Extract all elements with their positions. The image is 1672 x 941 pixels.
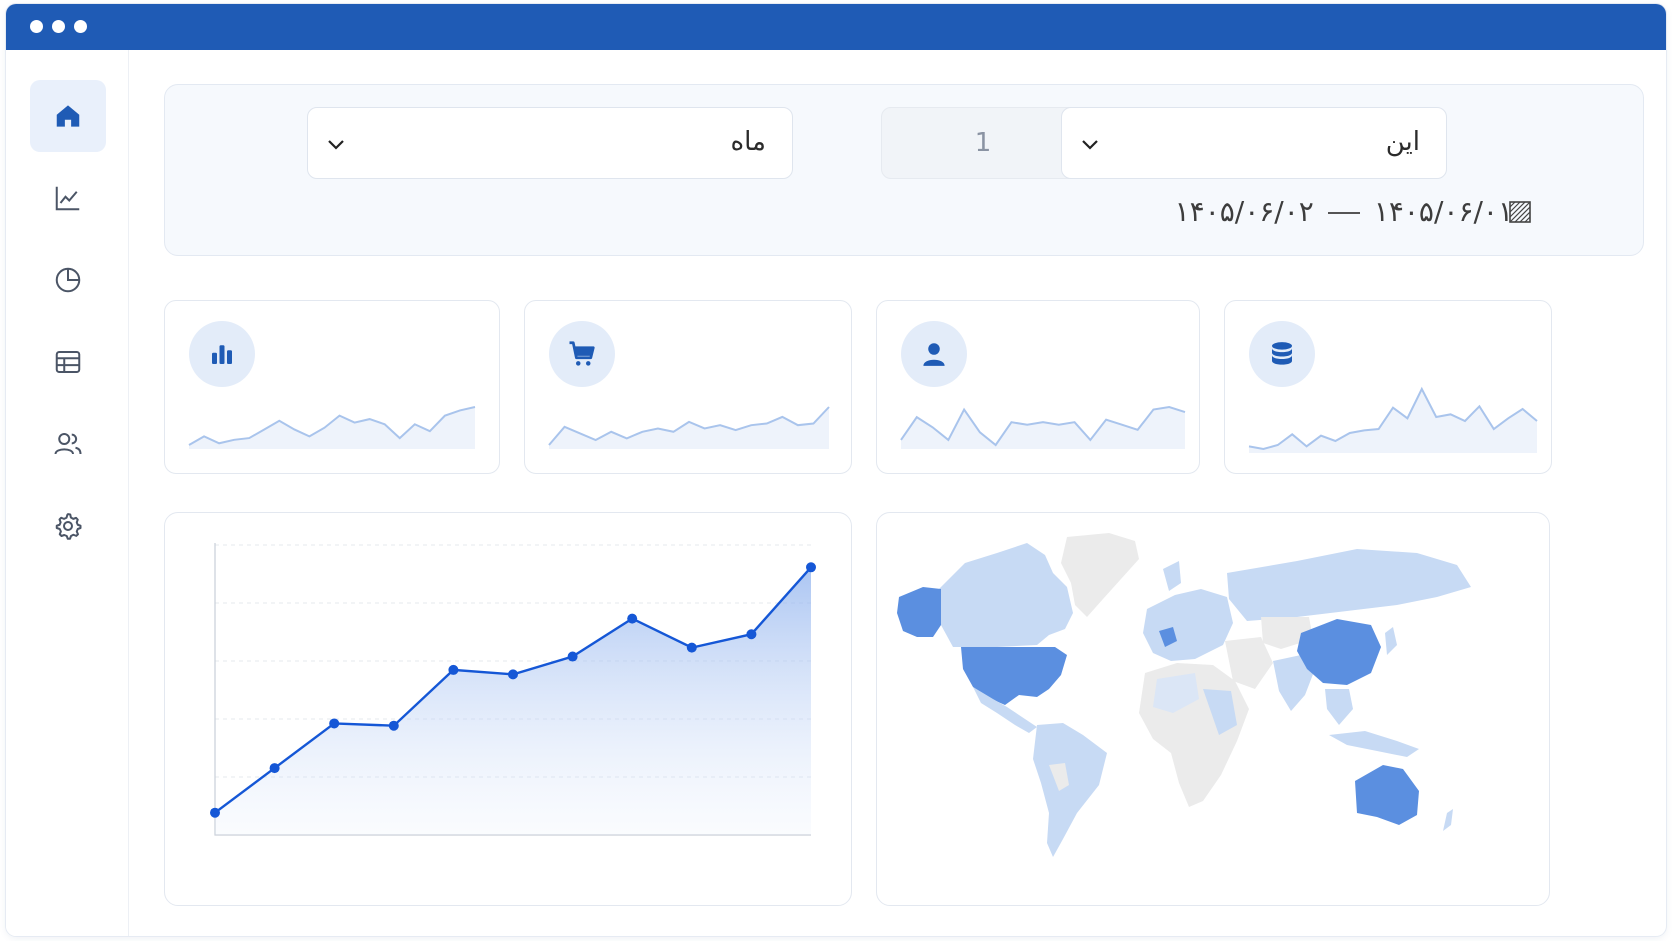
stat-card-icon-wrap [189, 321, 255, 387]
map-region-new-zealand[interactable] [1443, 809, 1453, 831]
sparkline-area [1249, 389, 1537, 453]
trend-chart[interactable] [165, 513, 851, 905]
stat-card-data[interactable] [1224, 300, 1552, 474]
map-region-alaska[interactable] [897, 587, 941, 637]
map-region-usa[interactable] [961, 647, 1067, 705]
sidebar-item-home[interactable] [30, 80, 106, 152]
sidebar-item-analytics[interactable] [30, 162, 106, 234]
sparkline [188, 406, 476, 449]
pie-chart-icon [55, 267, 81, 293]
app-window: ماه 1 این ۱۴۰۵/۰۶/۰۲ ۱۴۰۵/۰۶/۰۱ [6, 4, 1666, 936]
window-control-dot[interactable] [52, 20, 65, 33]
chart-point[interactable] [329, 718, 340, 729]
sparkline-area [549, 407, 829, 449]
chart-point[interactable] [806, 562, 816, 573]
trend-chart-panel [164, 512, 852, 906]
line-chart-icon [55, 186, 80, 211]
relative-period-select[interactable]: این [1061, 107, 1447, 179]
table-icon [55, 351, 81, 373]
stat-card-icon-wrap [901, 321, 967, 387]
relative-period-value: این [1385, 127, 1420, 157]
map-region-greenland[interactable] [1061, 533, 1139, 617]
unit-select-value: ماه [730, 127, 766, 157]
sidebar-item-settings[interactable] [30, 490, 106, 562]
title-bar [6, 4, 1666, 50]
calendar-icon[interactable] [1509, 201, 1531, 223]
range-separator [1327, 212, 1360, 214]
chevron-down-icon [328, 140, 344, 150]
world-map[interactable] [877, 513, 1549, 905]
amount-input-value: 1 [974, 128, 992, 158]
chart-point[interactable] [388, 720, 399, 731]
sidebar [6, 50, 129, 936]
world-map-panel [876, 512, 1550, 906]
map-region-south-america[interactable] [1033, 723, 1107, 857]
database-icon [1272, 342, 1292, 365]
chart-point[interactable] [448, 664, 459, 675]
stat-card-orders[interactable] [524, 300, 852, 474]
chart-point[interactable] [567, 651, 578, 662]
map-region-canada[interactable] [939, 543, 1073, 647]
map-region-australia[interactable] [1355, 765, 1419, 825]
chart-point[interactable] [686, 642, 697, 653]
date-to: ۱۴۰۵/۰۶/۰۲ [1174, 195, 1314, 228]
map-region-indonesia[interactable] [1329, 731, 1419, 757]
chart-point[interactable] [627, 613, 638, 624]
home-icon [56, 105, 80, 127]
unit-select[interactable]: ماه [307, 107, 793, 179]
sparkline [900, 405, 1186, 449]
sparkline [548, 406, 830, 449]
sidebar-item-users[interactable] [30, 408, 106, 480]
settings-icon [55, 513, 82, 540]
cart-icon [569, 341, 595, 366]
users-icon [54, 433, 82, 455]
date-range-display: ۱۴۰۵/۰۶/۰۲ ۱۴۰۵/۰۶/۰۱ [1175, 195, 1513, 228]
window-control-dot[interactable] [74, 20, 87, 33]
stat-card-icon-wrap [549, 321, 615, 387]
sidebar-item-reports[interactable] [30, 244, 106, 316]
map-region-southeast-asia[interactable] [1325, 689, 1353, 725]
sparkline [1248, 386, 1538, 453]
chart-point[interactable] [746, 629, 757, 640]
date-filter-bar: ماه 1 این ۱۴۰۵/۰۶/۰۲ ۱۴۰۵/۰۶/۰۱ [164, 84, 1644, 256]
amount-input[interactable]: 1 [881, 107, 1085, 179]
bar-chart-icon [212, 345, 232, 364]
map-region-russia[interactable] [1227, 549, 1471, 621]
map-region-europe[interactable] [1143, 589, 1233, 661]
user-icon [923, 343, 945, 366]
stat-card-users[interactable] [876, 300, 1200, 474]
stat-card-bars[interactable] [164, 300, 500, 474]
window-control-dot[interactable] [30, 20, 43, 33]
map-region-japan[interactable] [1385, 627, 1397, 655]
chart-area-fill [215, 567, 811, 835]
chart-point[interactable] [210, 807, 220, 818]
chart-point[interactable] [269, 763, 280, 774]
chart-point[interactable] [508, 669, 518, 680]
sidebar-item-table[interactable] [30, 326, 106, 398]
date-from: ۱۴۰۵/۰۶/۰۱ [1373, 195, 1513, 228]
chevron-down-icon [1082, 140, 1098, 150]
map-region-scandinavia[interactable] [1163, 561, 1181, 591]
stat-card-icon-wrap [1249, 321, 1315, 387]
sparkline-area [901, 407, 1185, 449]
